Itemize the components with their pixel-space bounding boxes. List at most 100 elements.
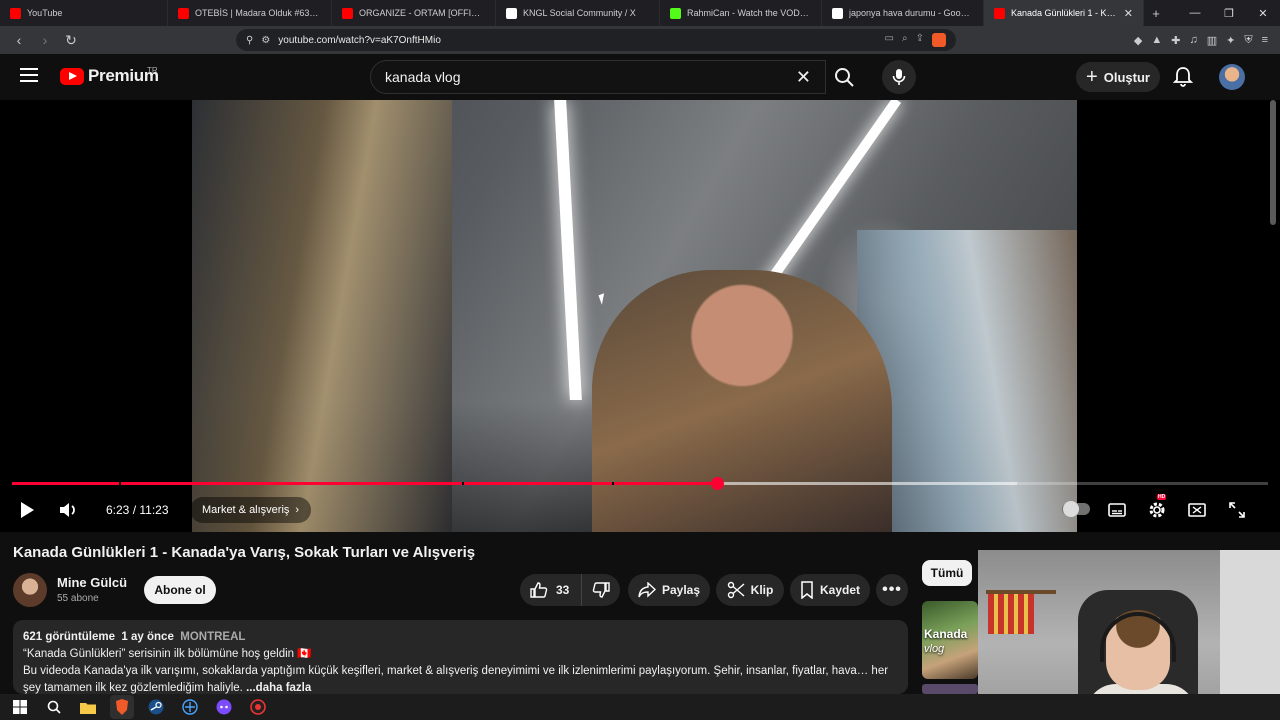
taskbar-network-app[interactable]	[178, 695, 202, 719]
video-title: Kanada Günlükleri 1 - Kanada'ya Varış, S…	[13, 544, 476, 561]
url-text[interactable]: youtube.com/watch?v=aK7OnftHMio	[278, 35, 441, 46]
share-page-icon[interactable]: ⇪	[916, 33, 924, 47]
like-count: 33	[556, 583, 570, 597]
recommended-video-thumbnail[interactable]	[922, 684, 978, 694]
tab-title: OTEBİS | Madara Olduk #630 - YouTu	[195, 8, 321, 18]
location-tag[interactable]: MONTREAL	[180, 631, 245, 643]
browser-tab[interactable]: KNGL Social Community / X	[496, 0, 660, 26]
browser-tab[interactable]: Kanada Günlükleri 1 - Kanad ✕	[984, 0, 1144, 26]
chapter-button[interactable]: Market & alışveriş ›	[190, 497, 312, 523]
video-scene-shelf-left	[192, 100, 452, 532]
vpn-icon[interactable]: ⛨	[1244, 34, 1252, 47]
search-box[interactable]: kanada vlog ✕	[370, 60, 826, 94]
description-text: Bu videoda Kanada'ya ilk varışımı, sokak…	[23, 665, 889, 694]
search-icon	[47, 700, 61, 714]
subscriber-count: 55 abone	[57, 593, 99, 604]
progress-bar[interactable]	[12, 477, 1268, 490]
dislike-button[interactable]	[582, 574, 620, 606]
hd-badge: HD	[1157, 494, 1167, 500]
mute-button[interactable]	[54, 496, 82, 524]
extension-icon[interactable]: ◆	[1134, 34, 1142, 47]
brave-shield-icon[interactable]	[932, 33, 946, 47]
save-button[interactable]: Kaydet	[790, 574, 870, 606]
url-field[interactable]: ⚲ ⚙ youtube.com/watch?v=aK7OnftHMio ▭ ⌕ …	[236, 29, 956, 51]
share-icon	[638, 582, 656, 598]
channel-name[interactable]: Mine Gülcü	[57, 575, 127, 590]
page-scrollbar[interactable]	[1270, 100, 1276, 225]
play-icon	[21, 502, 34, 518]
tab-title: Kanada Günlükleri 1 - Kanad	[1011, 8, 1118, 18]
autoplay-toggle[interactable]	[1062, 501, 1090, 517]
create-button[interactable]: + Oluştur	[1076, 62, 1160, 92]
taskbar-explorer[interactable]	[76, 695, 100, 719]
scrubber-handle[interactable]	[710, 477, 724, 490]
media-icon[interactable]: ♫	[1189, 34, 1197, 47]
browser-tab[interactable]: YouTube	[0, 0, 168, 26]
windows-taskbar	[0, 694, 1280, 720]
settings-button[interactable]: HD	[1143, 494, 1171, 524]
recommended-video-thumbnail[interactable]: Kanada vlog	[922, 601, 978, 679]
account-avatar[interactable]	[1219, 64, 1245, 90]
subtitles-button[interactable]	[1103, 496, 1131, 524]
reload-icon[interactable]: ↻	[60, 29, 82, 51]
wallet-icon[interactable]: ▲	[1151, 34, 1162, 47]
taskbar-steam[interactable]	[144, 695, 168, 719]
chevron-right-icon: ›	[295, 504, 300, 516]
taskbar-search-button[interactable]	[42, 695, 66, 719]
start-button[interactable]	[8, 695, 32, 719]
channel-avatar[interactable]	[13, 573, 47, 607]
show-more-link[interactable]: ...daha fazla	[246, 682, 311, 694]
chapter-marker	[119, 482, 121, 485]
restore-icon[interactable]: ❐	[1212, 7, 1246, 20]
create-label: Oluştur	[1103, 69, 1150, 85]
tab-favicon-icon	[178, 7, 189, 19]
sidebar-icon[interactable]: ▥	[1207, 34, 1217, 47]
close-window-icon[interactable]: ✕	[1246, 7, 1280, 20]
thumbnail-subtitle: vlog	[924, 643, 945, 655]
guide-menu-icon[interactable]	[20, 68, 38, 82]
description-box[interactable]: 621 görüntüleme 1 ay önce MONTREAL “Kana…	[13, 620, 908, 694]
puzzle-icon[interactable]: ✚	[1171, 34, 1180, 47]
clear-search-icon[interactable]: ✕	[796, 67, 811, 88]
youtube-premium-logo[interactable]: Premium	[60, 66, 159, 86]
leo-icon[interactable]: ✦	[1226, 34, 1235, 47]
search-button[interactable]	[822, 60, 866, 94]
forward-icon[interactable]: ›	[34, 29, 56, 51]
filter-chip-all[interactable]: Tümü	[922, 560, 972, 586]
clip-button[interactable]: Klip	[716, 574, 784, 606]
browser-tab[interactable]: RahmiCan - Watch the VOD on Kick	[660, 0, 822, 26]
video-player[interactable]: 6:23 / 11:23 Market & alışveriş › HD	[0, 100, 1280, 532]
browser-tab[interactable]: ORGANIZE - ORTAM [OFFICIAL M	[332, 0, 496, 26]
miniplayer-button[interactable]	[1183, 496, 1211, 524]
site-info-icon[interactable]: ⚙	[261, 35, 270, 46]
taskbar-record-app[interactable]	[246, 695, 270, 719]
play-button[interactable]	[13, 496, 41, 524]
back-icon[interactable]: ‹	[8, 29, 30, 51]
new-tab-button[interactable]: +	[1144, 6, 1168, 21]
taskbar-brave[interactable]	[110, 695, 134, 719]
zoom-icon[interactable]: ⌕	[902, 33, 908, 47]
close-tab-icon[interactable]: ✕	[1124, 7, 1133, 20]
save-label: Kaydet	[819, 583, 860, 597]
tab-title: RahmiCan - Watch the VOD on Kick	[687, 8, 811, 18]
search-input[interactable]: kanada vlog	[385, 69, 796, 85]
cast-icon[interactable]: ▭	[885, 33, 894, 47]
tab-favicon-icon	[342, 7, 353, 19]
more-actions-button[interactable]: •••	[876, 574, 908, 606]
minimize-icon[interactable]: —	[1178, 7, 1212, 20]
share-label: Paylaş	[661, 583, 701, 597]
menu-icon[interactable]: ≡	[1262, 34, 1268, 47]
browser-tab[interactable]: japonya hava durumu - Google'da A	[822, 0, 984, 26]
taskbar-discord-like-app[interactable]	[212, 695, 236, 719]
share-button[interactable]: Paylaş	[628, 574, 710, 606]
bookmark-icon[interactable]: ⚲	[246, 35, 253, 46]
window-controls: — ❐ ✕	[1178, 7, 1280, 20]
subscribe-button[interactable]: Abone ol	[144, 576, 216, 604]
fullscreen-button[interactable]	[1223, 496, 1251, 524]
browser-tab[interactable]: OTEBİS | Madara Olduk #630 - YouTu	[168, 0, 332, 26]
like-button[interactable]: 33	[520, 574, 582, 606]
notifications-bell-icon[interactable]	[1172, 66, 1194, 88]
description-meta: 621 görüntüleme 1 ay önce MONTREAL	[23, 629, 898, 646]
video-frame[interactable]	[192, 100, 1077, 532]
voice-search-button[interactable]	[882, 60, 916, 94]
